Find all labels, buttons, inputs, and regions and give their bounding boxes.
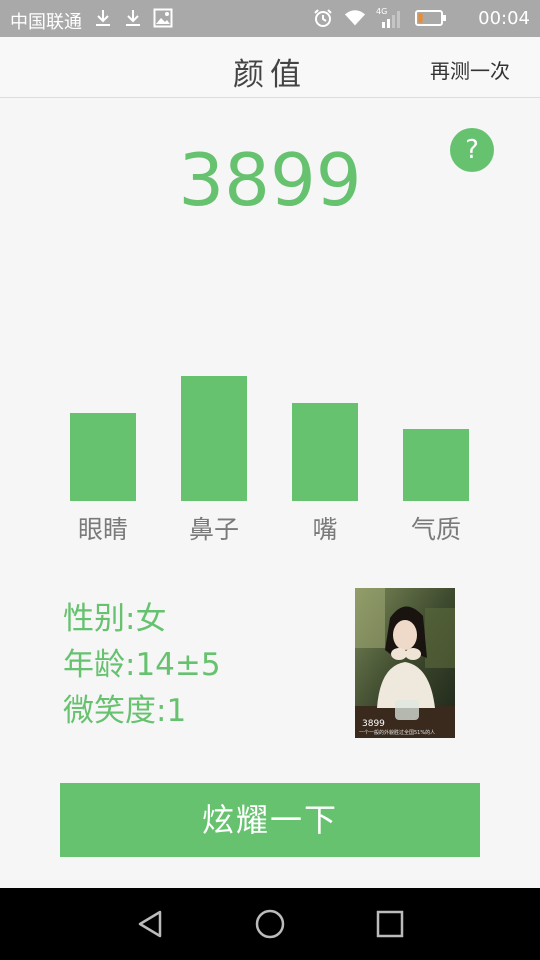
photo-caption: 一个一般的外貌胜过全国51%的人 [359, 730, 436, 736]
gender-label: 性别:女 [63, 601, 167, 637]
home-icon[interactable] [252, 906, 288, 942]
wifi-icon [344, 7, 366, 29]
network-type: 4G [376, 7, 387, 16]
title-bar: 颜值 再测一次 [0, 37, 540, 98]
recents-icon[interactable] [372, 906, 408, 942]
download-icon [122, 7, 144, 29]
photo-thumbnail[interactable]: 3899 一个一般的外貌胜过全国51%的人 [355, 588, 455, 738]
result-info: 性别:女 年龄:14±5 微笑度:1 [63, 596, 221, 734]
download-icon [92, 7, 114, 29]
bar-3 [403, 429, 469, 501]
bar-1 [181, 376, 247, 501]
carrier-name: 中国联通 [10, 12, 82, 33]
bar-label-2: 嘴 [312, 515, 337, 544]
bar-label-3: 气质 [411, 515, 461, 544]
clock: 00:04 [478, 8, 530, 29]
image-icon [152, 7, 174, 29]
navigation-bar [0, 888, 540, 960]
bar-label-1: 鼻子 [189, 515, 239, 544]
bar-label-0: 眼睛 [78, 515, 128, 544]
back-icon[interactable] [132, 906, 168, 942]
age-label: 年龄:14±5 [63, 647, 221, 683]
bar-2 [292, 403, 358, 501]
bar-0 [70, 413, 136, 501]
help-button[interactable]: ? [450, 128, 494, 172]
retest-button[interactable]: 再测一次 [430, 55, 510, 84]
portrait-image [355, 588, 455, 738]
status-bar: 中国联通 4G 00:04 [0, 0, 540, 37]
alarm-icon [312, 7, 334, 29]
share-button[interactable]: 炫耀一下 [60, 783, 480, 857]
feature-bar-chart: 眼睛 鼻子 嘴 气质 [70, 376, 469, 544]
signal-icon: 4G [376, 7, 404, 29]
battery-icon [414, 7, 448, 29]
photo-score: 3899 [362, 719, 385, 729]
smile-label: 微笑度:1 [63, 693, 187, 729]
